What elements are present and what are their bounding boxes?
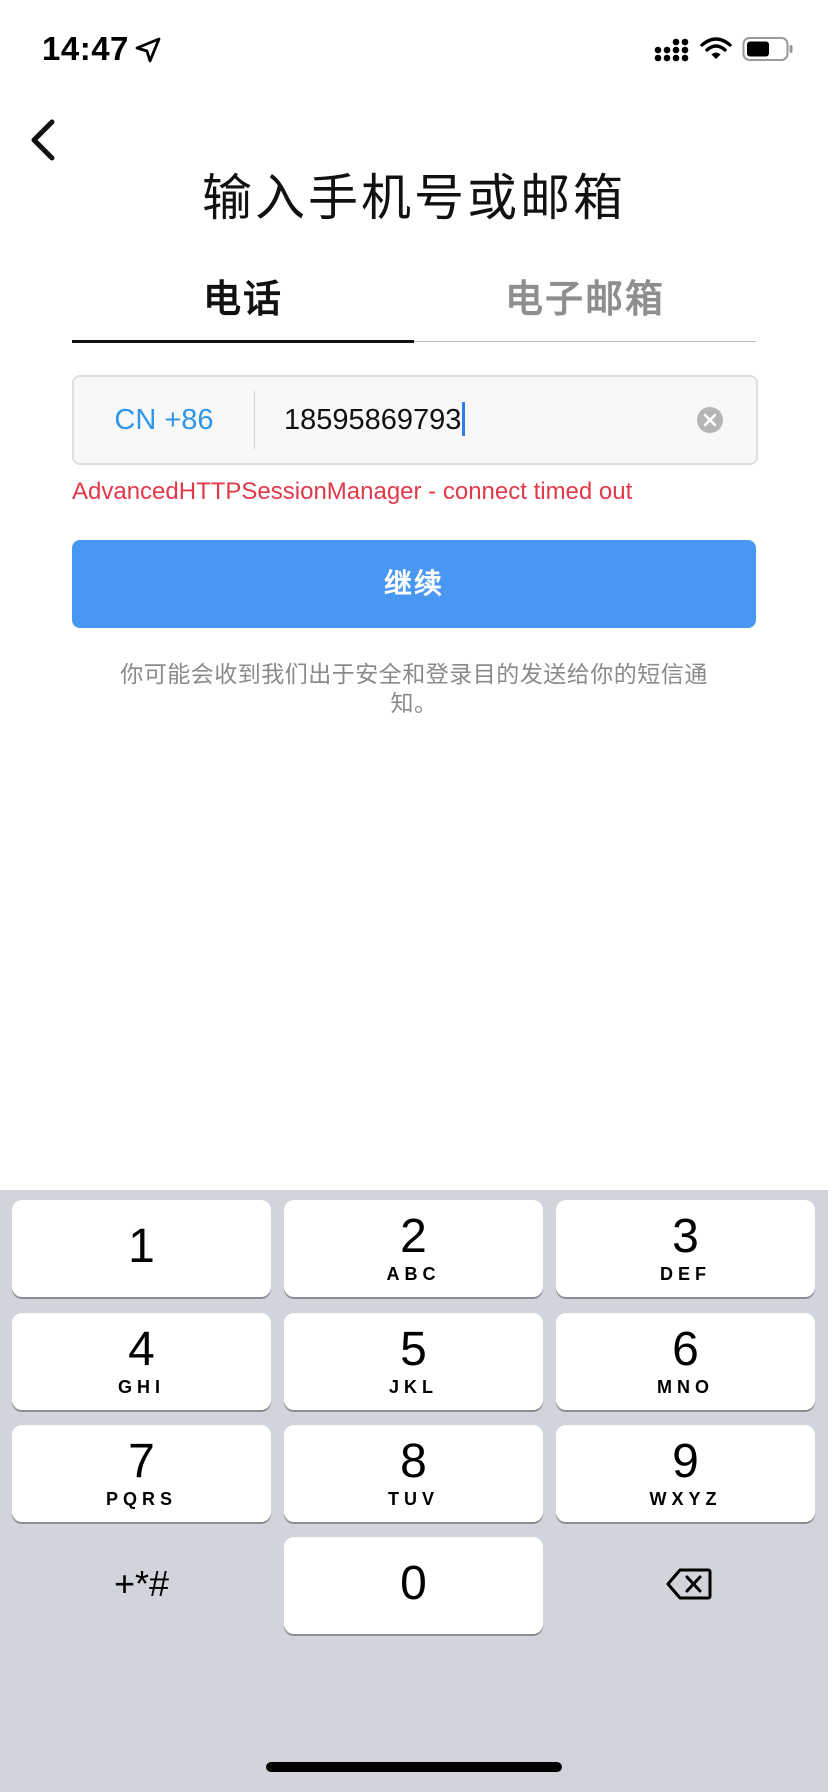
clear-circle-icon[interactable]: [696, 406, 724, 434]
key-1[interactable]: 1: [12, 1200, 271, 1297]
text-caret: [462, 402, 466, 437]
phone-field: CN +86 18595869793: [72, 375, 758, 465]
key-digit: 1: [128, 1220, 155, 1273]
sms-notice: 你可能会收到我们出于安全和登录目的发送给你的短信通知。: [120, 661, 708, 716]
field-divider: [254, 391, 255, 449]
key-5[interactable]: 5 JKL: [284, 1313, 543, 1410]
key-digit: 8: [400, 1435, 427, 1488]
key-letters: ABC: [386, 1264, 441, 1284]
key-digit: 7: [128, 1435, 155, 1488]
status-bar: 14:47: [0, 0, 828, 100]
key-0[interactable]: 0: [284, 1537, 543, 1634]
key-digit: 9: [672, 1435, 699, 1488]
key-letters: WXYZ: [649, 1489, 722, 1509]
key-digit: 4: [128, 1323, 155, 1376]
error-message: AdvancedHTTPSessionManager - connect tim…: [72, 478, 633, 505]
key-letters: MNO: [657, 1377, 714, 1397]
country-code-selector[interactable]: CN +86: [74, 377, 254, 463]
symbols-key[interactable]: +*#: [12, 1535, 271, 1632]
tab-phone[interactable]: 电话: [72, 268, 414, 342]
key-letters: PQRS: [105, 1489, 177, 1509]
phone-login-screen: 14:47 输入手机号或邮箱 电话 电子邮箱 CN +86 1859586979…: [0, 0, 828, 1792]
key-digit: 2: [400, 1210, 427, 1263]
wifi-icon: [700, 37, 732, 59]
key-letters: JKL: [388, 1377, 438, 1397]
signal-icon: [654, 38, 689, 62]
status-time: 14:47: [42, 30, 129, 67]
key-letters: DEF: [660, 1264, 711, 1284]
key-4[interactable]: 4 GHI: [12, 1313, 271, 1410]
phone-number-value: 18595869793: [284, 404, 462, 436]
phone-number-input[interactable]: 18595869793: [284, 377, 664, 463]
key-digit: 3: [672, 1210, 699, 1263]
home-indicator: [266, 1762, 562, 1772]
delete-key[interactable]: [556, 1535, 815, 1632]
key-letters: TUV: [388, 1489, 439, 1509]
key-8[interactable]: 8 TUV: [284, 1425, 543, 1522]
location-arrow-icon: [135, 37, 161, 63]
continue-button[interactable]: 继续: [72, 540, 756, 628]
key-letters: GHI: [117, 1377, 165, 1397]
key-digit: 5: [400, 1323, 427, 1376]
backspace-icon: [666, 1568, 712, 1600]
key-6[interactable]: 6 MNO: [556, 1313, 815, 1410]
active-tab-indicator: [72, 340, 414, 343]
key-3[interactable]: 3 DEF: [556, 1200, 815, 1297]
key-9[interactable]: 9 WXYZ: [556, 1425, 815, 1522]
key-2[interactable]: 2 ABC: [284, 1200, 543, 1297]
key-digit: 0: [400, 1557, 427, 1610]
battery-icon: [742, 37, 793, 61]
key-digit: 6: [672, 1323, 699, 1376]
login-method-tabs: 电话 电子邮箱: [72, 268, 756, 342]
key-7[interactable]: 7 PQRS: [12, 1425, 271, 1522]
page-title: 输入手机号或邮箱: [202, 170, 626, 226]
tab-email[interactable]: 电子邮箱: [414, 268, 756, 342]
